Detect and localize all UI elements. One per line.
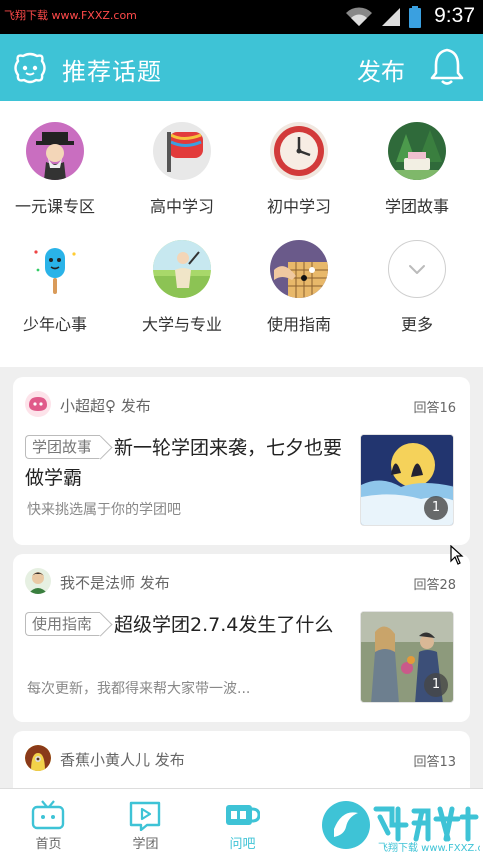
- topic-description: 每次更新，我都得来帮大家带一波...: [27, 681, 251, 697]
- chevron-down-icon: [388, 240, 446, 298]
- popsicle-icon: [26, 240, 84, 298]
- red-flag-icon: [153, 122, 211, 180]
- tab-study-group[interactable]: 学团: [97, 789, 194, 860]
- category-label: 学团故事: [384, 197, 449, 216]
- avatar[interactable]: [25, 568, 51, 594]
- answer-count: 回答16: [413, 401, 456, 416]
- category-label: 大学与专业: [141, 315, 222, 334]
- topic-card[interactable]: 我不是法师 发布 回答28 使用指南 超级学团2.7.4发生了什么 每次更新，我都…: [13, 554, 470, 722]
- chat-cup-icon: [226, 805, 260, 825]
- topic-title-block[interactable]: 学团故事 新一轮学团来袭，七夕也要做学霸: [25, 433, 345, 493]
- graduate-icon: [153, 240, 211, 298]
- tv-icon: [31, 800, 65, 830]
- topic-thumbnail[interactable]: 1: [360, 611, 454, 703]
- category-label: 更多: [400, 315, 433, 334]
- tab-label: 首页: [35, 837, 62, 852]
- avatar[interactable]: [25, 745, 51, 771]
- wifi-icon: [346, 7, 372, 27]
- avatar[interactable]: [25, 391, 51, 417]
- clock-icon: [270, 122, 328, 180]
- category-label: 初中学习: [266, 197, 331, 216]
- image-count-badge: 1: [424, 496, 448, 520]
- category-label: 一元课专区: [14, 197, 95, 216]
- tab-label: 问吧: [229, 837, 256, 852]
- battery-icon: [409, 6, 421, 28]
- category-label: 高中学习: [149, 197, 214, 216]
- forest-cake-icon: [388, 122, 446, 180]
- topic-thumbnail[interactable]: 1: [360, 434, 454, 526]
- signal-icon: [382, 8, 400, 26]
- status-bar: 飞翔下载 www.FXXZ.com 9:37: [0, 0, 483, 34]
- topic-card[interactable]: 小超超♀ 发布 回答16 学团故事 新一轮学团来袭，七夕也要做学霸 快来挑选属于你…: [13, 377, 470, 545]
- category-high-school[interactable]: 高中学习: [127, 101, 237, 216]
- publish-button[interactable]: 发布: [357, 52, 405, 87]
- app-header: 推荐话题 发布: [0, 34, 483, 101]
- category-user-guide[interactable]: 使用指南: [244, 219, 354, 334]
- mascot-logo-icon[interactable]: [12, 51, 48, 85]
- category-label: 少年心事: [22, 315, 87, 334]
- tab-home[interactable]: 首页: [0, 789, 97, 860]
- topic-title: 超级学团2.7.4发生了什么: [114, 614, 334, 636]
- tab-ask[interactable]: 问吧: [194, 789, 291, 860]
- clock-time: 9:37: [434, 4, 475, 27]
- mouse-cursor-icon: [450, 545, 464, 565]
- watermark-text: 飞翔下载 www.FXXZ.com: [4, 9, 137, 22]
- tab-label: 学团: [132, 837, 159, 852]
- category-college-major[interactable]: 大学与专业: [127, 219, 237, 334]
- play-icon: [129, 801, 161, 831]
- category-one-yuan-course[interactable]: 一元课专区: [0, 101, 110, 216]
- bell-icon[interactable]: [428, 47, 466, 87]
- category-more[interactable]: 更多: [362, 219, 472, 334]
- topic-description: 快来挑选属于你的学团吧: [27, 502, 181, 518]
- category-youth-thoughts[interactable]: 少年心事: [0, 219, 110, 334]
- category-study-group-story[interactable]: 学团故事: [362, 101, 472, 216]
- page-title: 推荐话题: [62, 58, 162, 86]
- category-label: 使用指南: [266, 315, 331, 334]
- answer-count: 回答28: [413, 578, 456, 593]
- man-in-hat-icon: [26, 122, 84, 180]
- image-count-badge: 1: [424, 673, 448, 697]
- topic-title-block[interactable]: 使用指南 超级学团2.7.4发生了什么: [25, 610, 345, 640]
- author-name: 小超超♀ 发布: [60, 397, 151, 415]
- author-name: 我不是法师 发布: [60, 574, 170, 592]
- topic-tag[interactable]: 学团故事: [25, 435, 101, 459]
- category-grid: 一元课专区 高中学习 初中学习 学团故事 少年心事 大学与专业 使用指南 更多: [0, 101, 483, 367]
- go-board-icon: [270, 240, 328, 298]
- site-watermark-logo: 飞翔下载 www.FXXZ.com: [322, 801, 480, 854]
- watermark-url: 飞翔下载 www.FXXZ.com: [378, 841, 480, 854]
- answer-count: 回答13: [413, 755, 456, 770]
- author-name: 香蕉小黄人儿 发布: [60, 751, 185, 769]
- topic-tag[interactable]: 使用指南: [25, 612, 101, 636]
- status-icons: [345, 6, 421, 28]
- category-junior-high[interactable]: 初中学习: [244, 101, 354, 216]
